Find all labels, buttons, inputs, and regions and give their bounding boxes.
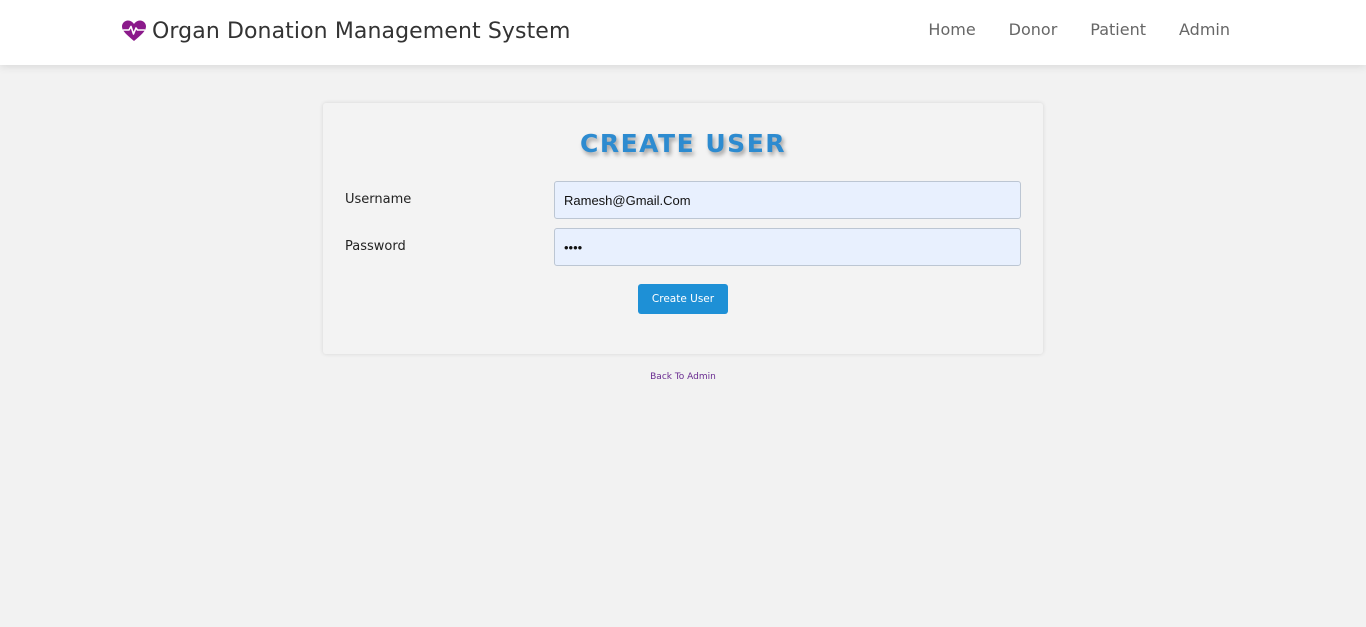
nav-admin[interactable]: Admin bbox=[1179, 20, 1230, 39]
create-user-card: CREATE USER Username Password Create Use… bbox=[323, 103, 1043, 354]
top-navbar: Organ Donation Management System Home Do… bbox=[0, 0, 1366, 65]
username-label: Username bbox=[345, 192, 412, 207]
page-title: CREATE USER bbox=[579, 129, 787, 158]
nav-patient[interactable]: Patient bbox=[1090, 20, 1146, 39]
create-user-button[interactable]: Create User bbox=[638, 284, 728, 314]
brand-title: Organ Donation Management System bbox=[152, 18, 571, 44]
brand[interactable]: Organ Donation Management System bbox=[122, 16, 570, 46]
heart-pulse-icon bbox=[122, 20, 146, 42]
nav-home[interactable]: Home bbox=[928, 20, 975, 39]
password-label: Password bbox=[345, 239, 406, 254]
password-input[interactable] bbox=[554, 228, 1021, 266]
nav-donor[interactable]: Donor bbox=[1009, 20, 1058, 39]
back-to-admin-link[interactable]: Back To Admin bbox=[0, 372, 1366, 382]
username-input[interactable] bbox=[554, 181, 1021, 219]
main-nav: Home Donor Patient Admin bbox=[928, 20, 1230, 39]
